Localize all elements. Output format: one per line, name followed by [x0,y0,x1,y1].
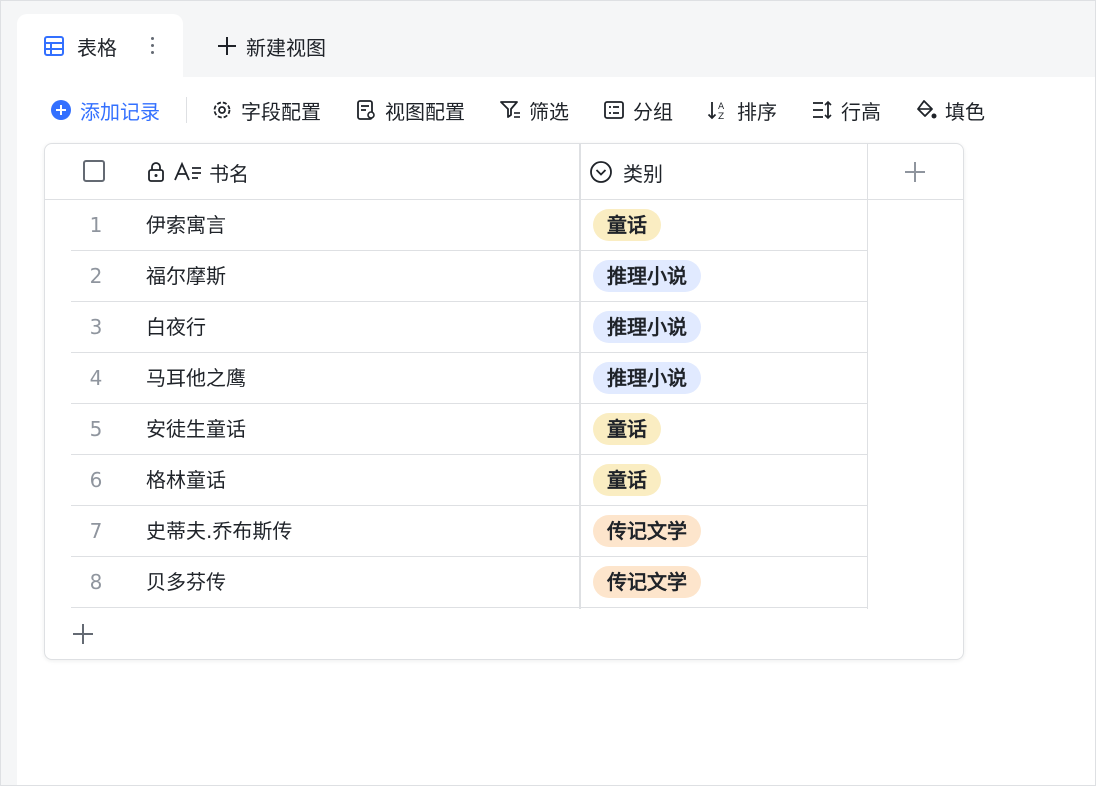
table-row[interactable]: 2 福尔摩斯 推理小说 [71,251,868,302]
field-config-label: 字段配置 [241,99,321,124]
svg-text:Z: Z [718,112,724,121]
add-record-label: 添加记录 [80,99,160,124]
new-view-label: 新建视图 [246,35,326,60]
row-number: 7 [89,519,103,543]
table-row[interactable]: 8 贝多芬传 传记文学 [71,557,868,608]
category-tag[interactable]: 推理小说 [593,311,701,343]
row-number: 5 [89,417,103,441]
column-header-name[interactable]: 书名 [145,144,249,200]
table-icon [43,35,65,57]
view-settings-icon [357,100,375,120]
sort-label: 排序 [737,99,777,124]
filter-label: 筛选 [529,99,569,124]
row-number: 1 [89,213,103,237]
category-tag[interactable]: 推理小说 [593,260,701,292]
table-row[interactable]: 7 史蒂夫.乔布斯传 传记文学 [71,506,868,557]
table-row[interactable]: 1 伊索寓言 童话 [71,200,868,251]
plus-icon [218,37,236,55]
tab-label: 表格 [77,35,117,60]
add-row-icon[interactable] [71,622,95,646]
add-record-button[interactable]: 添加记录 [50,90,160,130]
single-select-icon [590,161,612,183]
more-vertical-icon[interactable] [145,32,159,58]
cell-book-name[interactable]: 安徒生童话 [146,404,246,454]
tab-table-view[interactable]: 表格 [17,14,183,78]
table-row[interactable]: 5 安徒生童话 童话 [71,404,868,455]
select-all-checkbox[interactable] [83,160,105,182]
sort-button[interactable]: A Z 排序 [707,90,777,130]
group-button[interactable]: 分组 [603,90,673,130]
cell-book-name[interactable]: 史蒂夫.乔布斯传 [146,506,292,556]
table-header: 书名 类别 [45,144,963,200]
filter-icon [500,101,520,118]
row-number: 2 [89,264,103,288]
cell-book-name[interactable]: 格林童话 [146,455,226,505]
column-category-label: 类别 [623,161,663,186]
column-header-category[interactable]: 类别 [589,144,663,200]
row-number: 4 [89,366,103,390]
row-height-label: 行高 [841,99,881,124]
data-table: 书名 类别 1 伊索寓言 童话 2 福尔摩斯 推理小说 3 白夜行 推理小说 4 马耳他之鹰 推理小说… [44,143,964,660]
group-label: 分组 [633,99,673,124]
row-number: 3 [89,315,103,339]
group-icon [604,101,624,119]
column-name-label: 书名 [209,161,249,186]
table-row[interactable]: 6 格林童话 童话 [71,455,868,506]
paint-bucket-icon [917,100,937,119]
category-tag[interactable]: 童话 [593,209,661,241]
filter-button[interactable]: 筛选 [499,90,569,130]
field-config-button[interactable]: 字段配置 [211,90,321,130]
fill-color-button[interactable]: 填色 [915,90,985,130]
view-config-label: 视图配置 [385,99,465,124]
view-config-button[interactable]: 视图配置 [355,90,465,130]
category-tag[interactable]: 推理小说 [593,362,701,394]
row-height-button[interactable]: 行高 [811,90,881,130]
sort-icon: A Z [707,102,725,121]
cell-book-name[interactable]: 贝多芬传 [146,557,226,607]
fill-color-label: 填色 [945,99,985,124]
category-tag[interactable]: 童话 [593,413,661,445]
cell-book-name[interactable]: 白夜行 [146,302,206,352]
row-number: 6 [89,468,103,492]
lock-icon [148,162,164,182]
table-row[interactable]: 4 马耳他之鹰 推理小说 [71,353,868,404]
new-view-button[interactable]: 新建视图 [216,14,326,78]
category-tag[interactable]: 传记文学 [593,566,701,598]
row-height-icon [813,100,832,120]
cell-book-name[interactable]: 福尔摩斯 [146,251,226,301]
gear-icon [213,101,231,119]
toolbar: 添加记录 字段配置 视图配置 筛选 分组 A Z 排序 行高 填色 [50,90,1090,130]
table-row[interactable]: 3 白夜行 推理小说 [71,302,868,353]
cell-book-name[interactable]: 马耳他之鹰 [146,353,246,403]
add-circle-icon [51,100,71,120]
svg-text:A: A [718,102,725,112]
row-number: 8 [89,570,103,594]
text-field-icon [174,161,201,181]
category-tag[interactable]: 传记文学 [593,515,701,547]
category-tag[interactable]: 童话 [593,464,661,496]
cell-book-name[interactable]: 伊索寓言 [146,200,226,250]
toolbar-divider [186,97,187,123]
add-column-icon[interactable] [903,160,927,184]
